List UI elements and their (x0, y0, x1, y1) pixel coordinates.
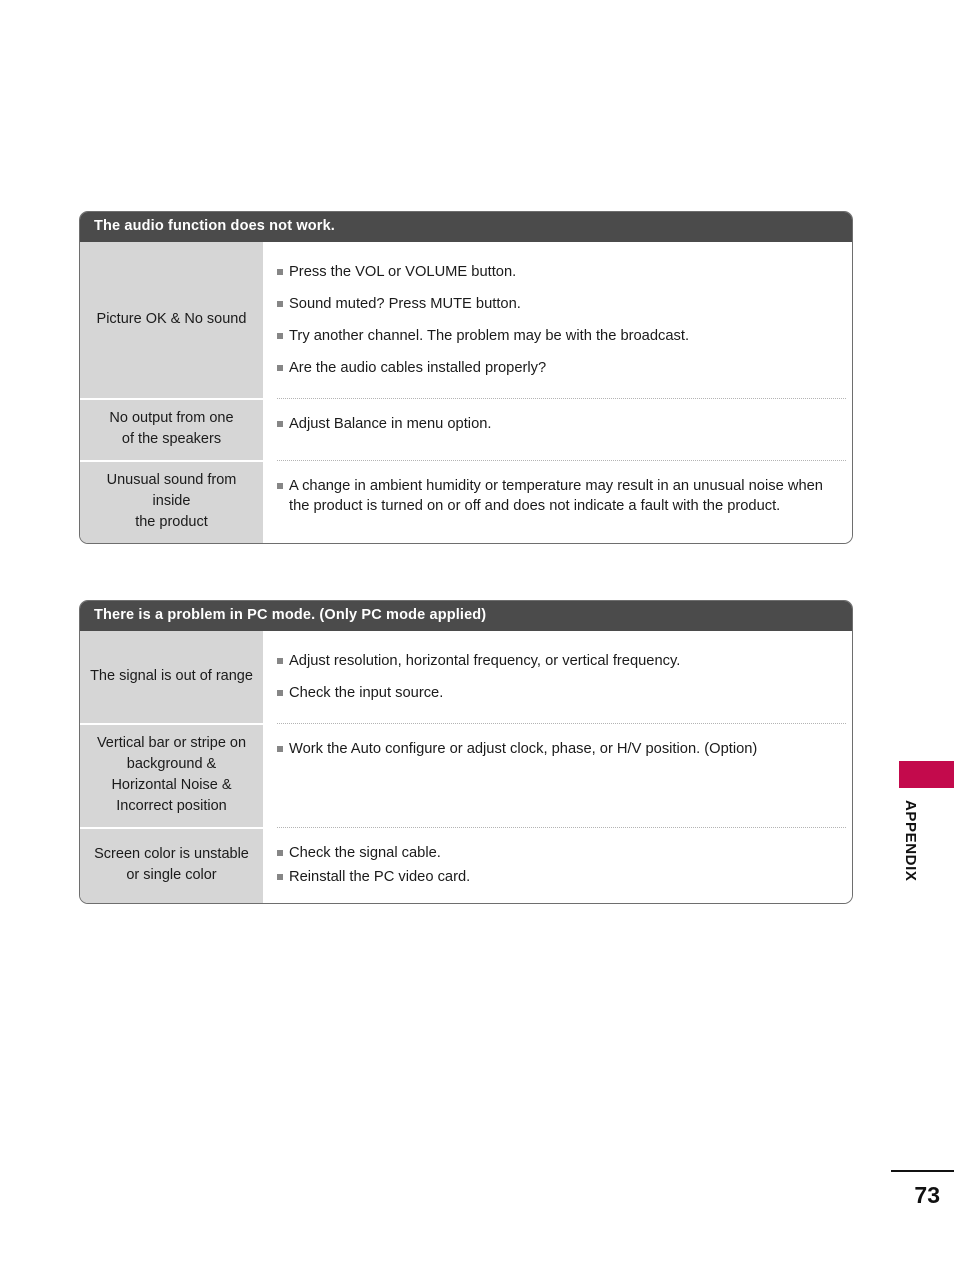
remedy-text: Reinstall the PC video card. (289, 868, 471, 885)
symptom-cell: Picture OK & No sound (80, 241, 263, 398)
remedy-text: Press the VOL or VOLUME button. (289, 263, 517, 280)
symptom-line: No output from one (109, 409, 234, 426)
table-row: Screen color is unstable or single color… (80, 826, 852, 903)
table-row: Unusual sound from inside the product A … (80, 459, 852, 543)
table-body-audio: Picture OK & No sound Press the VOL or V… (80, 241, 852, 543)
remedy-cell: Work the Auto configure or adjust clock,… (263, 722, 852, 827)
remedy-cell: Adjust Balance in menu option. (263, 397, 852, 460)
remedy-text: Adjust Balance in menu option. (289, 415, 492, 432)
bullet-square-icon (277, 745, 283, 752)
bullet-square-icon (277, 689, 283, 696)
table-header-pc-mode: There is a problem in PC mode. (Only PC … (80, 601, 852, 631)
symptom-line: of the speakers (121, 430, 222, 447)
symptom-line: The signal is out of range (90, 668, 253, 685)
remedy-item: Press the VOL or VOLUME button. (263, 256, 840, 288)
symptom-line: inside (152, 492, 191, 509)
symptom-cell: No output from one of the speakers (80, 397, 263, 460)
symptom-line: or single color (126, 866, 217, 883)
bullet-square-icon (277, 657, 283, 664)
bullet-square-icon (277, 849, 283, 856)
remedy-item: Check the signal cable. (263, 841, 840, 865)
table-row: The signal is out of range Adjust resolu… (80, 630, 852, 723)
bullet-square-icon (277, 364, 283, 371)
footer-divider (891, 1170, 954, 1172)
symptom-line: Horizontal Noise & (111, 776, 232, 793)
symptom-line: the product (135, 513, 208, 530)
manual-page: The audio function does not work. Pictur… (0, 0, 954, 1272)
remedy-item: A change in ambient humidity or temperat… (263, 474, 840, 518)
symptom-line: Vertical bar or stripe on (96, 734, 247, 751)
symptom-line: Screen color is unstable (94, 845, 249, 862)
table-header-audio: The audio function does not work. (80, 212, 852, 242)
symptom-line: Picture OK & No sound (96, 311, 247, 328)
remedy-cell: Check the signal cable. Reinstall the PC… (263, 826, 852, 903)
remedy-text: Work the Auto configure or adjust clock,… (289, 740, 758, 757)
remedy-item: Sound muted? Press MUTE button. (263, 288, 840, 320)
bullet-square-icon (277, 482, 283, 489)
bullet-square-icon (277, 300, 283, 307)
remedy-cell: A change in ambient humidity or temperat… (263, 459, 852, 543)
section-tab-swatch (899, 761, 954, 788)
remedy-item: Work the Auto configure or adjust clock,… (263, 737, 840, 761)
section-label-appendix: APPENDIX (902, 800, 919, 882)
remedy-text: Try another channel. The problem may be … (289, 327, 690, 344)
symptom-cell: The signal is out of range (80, 630, 263, 723)
symptom-cell: Unusual sound from inside the product (80, 459, 263, 543)
remedy-text: Sound muted? Press MUTE button. (289, 295, 521, 312)
symptom-line: background & (126, 755, 217, 772)
bullet-square-icon (277, 873, 283, 880)
troubleshooting-table-audio: The audio function does not work. Pictur… (79, 211, 853, 544)
remedy-item: Are the audio cables installed properly? (263, 352, 840, 384)
remedy-item: Adjust resolution, horizontal frequency,… (263, 645, 840, 677)
symptom-line: Incorrect position (116, 797, 227, 814)
remedy-text: Check the signal cable. (289, 844, 441, 861)
table-row: Picture OK & No sound Press the VOL or V… (80, 241, 852, 398)
remedy-item: Check the input source. (263, 677, 840, 709)
remedy-item: Adjust Balance in menu option. (263, 412, 840, 436)
table-body-pc-mode: The signal is out of range Adjust resolu… (80, 630, 852, 903)
remedy-text: Adjust resolution, horizontal frequency,… (289, 652, 681, 669)
remedy-cell: Adjust resolution, horizontal frequency,… (263, 630, 852, 723)
remedy-item: Try another channel. The problem may be … (263, 320, 840, 352)
table-row: No output from one of the speakers Adjus… (80, 397, 852, 460)
remedy-text: Check the input source. (289, 684, 444, 701)
bullet-square-icon (277, 268, 283, 275)
symptom-line: Unusual sound from (106, 471, 237, 488)
symptom-cell: Vertical bar or stripe on background & H… (80, 722, 263, 827)
remedy-text: Are the audio cables installed properly? (289, 359, 547, 376)
bullet-square-icon (277, 420, 283, 427)
remedy-cell: Press the VOL or VOLUME button. Sound mu… (263, 241, 852, 398)
symptom-cell: Screen color is unstable or single color (80, 826, 263, 903)
troubleshooting-table-pc-mode: There is a problem in PC mode. (Only PC … (79, 600, 853, 904)
remedy-item: Reinstall the PC video card. (263, 865, 840, 889)
bullet-square-icon (277, 332, 283, 339)
remedy-text: A change in ambient humidity or temperat… (289, 477, 823, 514)
table-row: Vertical bar or stripe on background & H… (80, 722, 852, 827)
page-number: 73 (914, 1182, 940, 1208)
